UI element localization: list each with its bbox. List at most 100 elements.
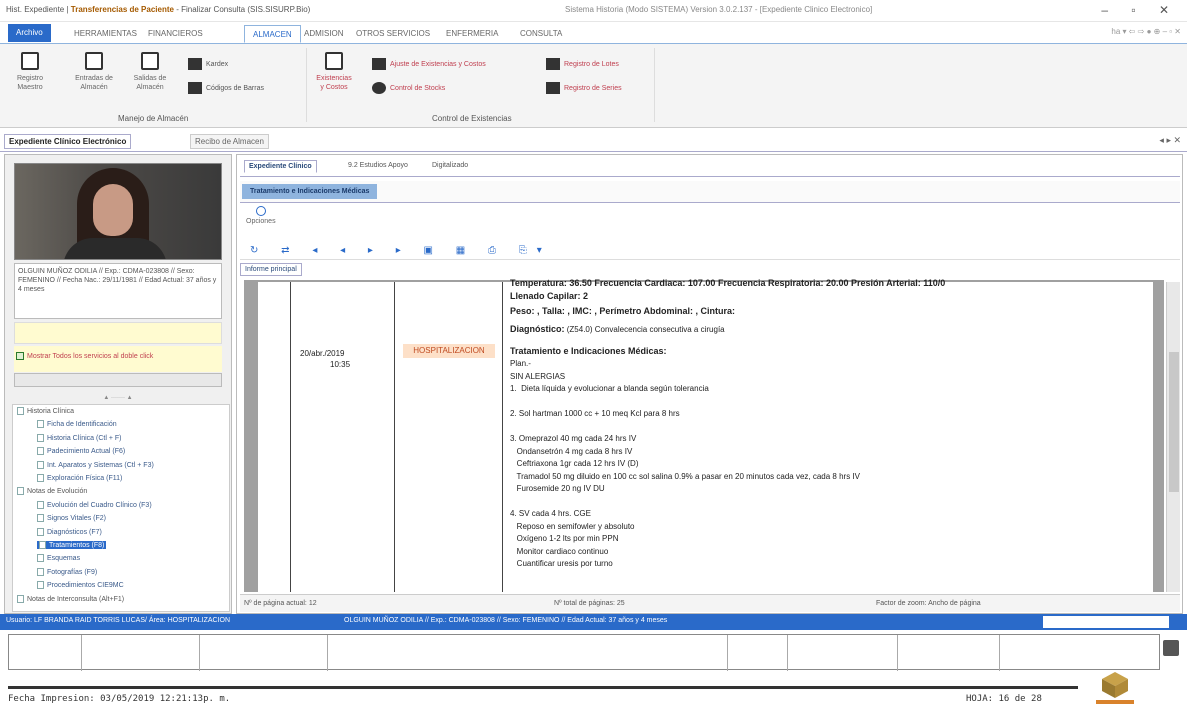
total-pages: Nº total de páginas: 25 xyxy=(554,600,625,607)
tree-item-label: Notas de Evolución xyxy=(27,488,88,496)
title-bold: Transferencias de Paciente xyxy=(70,5,174,14)
window-controls[interactable]: – ▫ ✕ xyxy=(1101,3,1179,17)
existencias-costos-button[interactable]: Existencias y Costos xyxy=(314,52,354,92)
tree-item[interactable]: Padecimiento Actual (F6) xyxy=(37,447,126,456)
tree-item[interactable]: Historia Clínica (Ctl + F) xyxy=(37,433,122,442)
tree-item-label: Historia Clínica xyxy=(27,407,75,415)
kardex-button[interactable]: Kardex xyxy=(188,58,228,70)
group-label-almacen: Manejo de Almacén xyxy=(118,114,189,123)
tree-item-label: Historia Clínica (Ctl + F) xyxy=(47,434,122,442)
tab-recibo-almacen[interactable]: Recibo de Almacen xyxy=(190,134,269,149)
registro-lotes-button[interactable]: Registro de Lotes xyxy=(546,58,619,70)
title-bar: Hist. Expediente | Transferencias de Pac… xyxy=(0,0,1187,22)
entradas-almacen-button[interactable]: Entradas de Almacén xyxy=(72,52,116,92)
tree-item[interactable]: Fotografías (F9) xyxy=(37,567,98,576)
window-title: Sistema Historia (Modo SISTEMA) Version … xyxy=(565,5,873,14)
tree-item[interactable]: Notas de Evolución xyxy=(17,487,88,496)
tab-almacen[interactable]: ALMACEN xyxy=(244,25,301,43)
treatment-line: Ondansetrón 4 mg cada 8 hrs IV xyxy=(510,446,633,456)
salidas-almacen-button[interactable]: Salidas de Almacén xyxy=(128,52,172,92)
control-stocks-button[interactable]: Control de Stocks xyxy=(372,82,445,94)
service-dropdown[interactable] xyxy=(14,373,222,387)
tab-estudios-apoyo[interactable]: 9.2 Estudios Apoyo xyxy=(344,160,412,171)
tree-item[interactable]: Ficha de Identificación xyxy=(37,420,117,429)
tree-item[interactable]: Evolución del Cuadro Clínico (F3) xyxy=(37,500,152,509)
tree-item-label: Evolución del Cuadro Clínico (F3) xyxy=(47,501,152,509)
subtab-tratamiento[interactable]: Tratamiento e Indicaciones Médicas xyxy=(242,184,378,199)
report-toolbar[interactable]: ↻ ⇄ ◂ ◂ ▸ ▸ ▣ ▦ ⎙ ⎘▾ xyxy=(240,242,1180,260)
print-grid xyxy=(8,634,1160,671)
treatment-line: Tramadol 50 mg diluido en 100 cc sol sal… xyxy=(510,471,860,481)
tree-item-label: Int. Aparatos y Sistemas (Ctl + F3) xyxy=(47,461,154,469)
document-icon xyxy=(37,527,44,536)
tree-item[interactable]: Esquemas xyxy=(37,554,81,563)
tab-archivo[interactable]: Archivo xyxy=(8,24,51,42)
title-left: Hist. Expediente | Transferencias de Pac… xyxy=(6,5,310,14)
vertical-scrollbar[interactable] xyxy=(1166,282,1180,592)
grid-settings-icon[interactable] xyxy=(1163,640,1179,656)
list-icon xyxy=(372,58,386,70)
tab-informe-principal[interactable]: Informe principal xyxy=(240,263,302,276)
diagnosis-label: Diagnóstico: xyxy=(510,324,565,334)
tab-digitalizado[interactable]: Digitalizado xyxy=(428,160,472,171)
registro-series-label: Registro de Series xyxy=(564,84,622,92)
subtab-bar: Tratamiento e Indicaciones Médicas xyxy=(240,181,1180,203)
document-icon xyxy=(37,447,44,456)
tree-item-label: Procedimientos CIE9MC xyxy=(47,582,124,590)
treatment-line: Plan.- xyxy=(510,359,531,368)
tree-item[interactable]: Tratamientos (F8) xyxy=(37,541,107,549)
status-user: Usuario: LF BRANDA RAID TORRIS LUCAS/ Ár… xyxy=(6,617,231,624)
navigation-tree: Historia Clínica Ficha de Identificación H… xyxy=(12,404,230,612)
brand-logo-icon xyxy=(1092,668,1138,706)
treatment-line: Furosemide 20 ng IV DU xyxy=(510,484,605,493)
tree-item[interactable]: Procedimientos CIE9MC xyxy=(37,581,124,590)
tab-herramientas[interactable]: HERRAMIENTAS xyxy=(66,25,145,43)
title-suffix: - Finalizar Consulta (SIS.SISURP.Bio) xyxy=(176,5,311,14)
panel-splitter[interactable]: ▲ ······· ▲ xyxy=(14,395,222,401)
tab-otros-servicios[interactable]: OTROS SERVICIOS xyxy=(348,25,438,43)
series-icon xyxy=(546,82,560,94)
photo-body xyxy=(63,238,167,259)
document-icon xyxy=(39,541,46,549)
patient-info: OLGUIN MUÑOZ ODILIA // Exp.: CDMA-023808… xyxy=(14,263,222,319)
document-tabs: Expediente Clínico Electrónico Recibo de… xyxy=(0,130,1187,152)
group-separator xyxy=(306,48,307,122)
tree-item[interactable]: Signos Vitales (F2) xyxy=(37,514,106,523)
tree-item[interactable]: Notas de Interconsulta (Alt+F1) xyxy=(17,594,124,603)
tab-expediente-clinico[interactable]: Expediente Clínico Electrónico xyxy=(4,134,132,149)
menu-right-controls[interactable]: ha ▾ ⇦ ⇨ ● ⊕ – ▫ ✕ xyxy=(1111,27,1181,36)
tree-item[interactable]: Exploración Física (F11) xyxy=(37,474,122,482)
document-icon xyxy=(37,433,44,442)
diagnosis-value: (Z54.0) Convalecencia consecutiva a ciru… xyxy=(566,325,725,334)
tree-item[interactable]: Int. Aparatos y Sistemas (Ctl + F3) xyxy=(37,460,154,469)
ajuste-existencias-button[interactable]: Ajuste de Existencias y Costos xyxy=(372,58,486,70)
grid-divider xyxy=(727,635,728,671)
checkbox-icon[interactable] xyxy=(16,352,24,360)
options-button[interactable]: Opciones xyxy=(246,206,276,225)
show-all-services-checkbox[interactable]: Mostrar Todos los servicios al doble cli… xyxy=(14,346,222,372)
service-badge: HOSPITALIZACION xyxy=(403,344,495,358)
tab-financieros[interactable]: FINANCIEROS xyxy=(140,25,211,43)
menu-bar: Archivo HERRAMIENTAS FINANCIEROS ALMACEN… xyxy=(0,22,1187,44)
column-divider xyxy=(290,282,291,592)
tab-expediente[interactable]: Expediente Clínico xyxy=(244,160,317,173)
tree-item[interactable]: Diagnósticos (F7) xyxy=(37,527,102,536)
tree-item-label: Padecimiento Actual (F6) xyxy=(47,448,126,456)
tab-enfermeria[interactable]: ENFERMERIA xyxy=(438,25,506,43)
registro-maestro-button[interactable]: Registro Maestro xyxy=(10,52,50,92)
tab-consulta[interactable]: CONSULTA xyxy=(512,25,570,43)
tab-admision[interactable]: ADMISION xyxy=(296,25,352,43)
treatment-line: 3. Omeprazol 40 mg cada 24 hrs IV xyxy=(510,434,637,443)
document-icon xyxy=(37,514,44,523)
tab-nav-controls[interactable]: ◂ ▸ ✕ xyxy=(1159,135,1181,146)
document-icon xyxy=(37,567,44,576)
treatment-line: SIN ALERGIAS xyxy=(510,371,566,381)
options-icon xyxy=(255,206,266,216)
scroll-thumb[interactable] xyxy=(1169,352,1179,492)
tree-item-label: Fotografías (F9) xyxy=(47,568,98,576)
registro-series-button[interactable]: Registro de Series xyxy=(546,82,622,94)
codigos-barras-button[interactable]: Códigos de Barras xyxy=(188,82,264,94)
tree-item[interactable]: Historia Clínica xyxy=(17,407,74,415)
status-input[interactable] xyxy=(1043,616,1169,628)
tree-item-label: Esquemas xyxy=(47,555,81,563)
